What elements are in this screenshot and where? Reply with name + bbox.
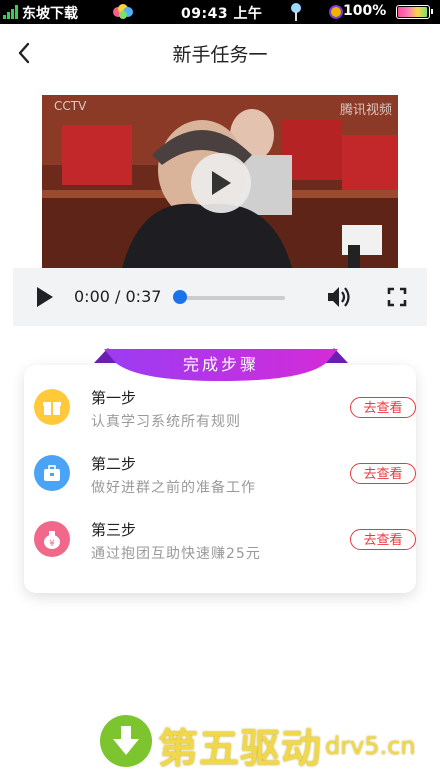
steps-card: 第一步 认真学习系统所有规则 去查看 第二步 做好进群之前的准备工作 去查看 ¥…: [24, 365, 416, 593]
notification-app-icon: [113, 4, 133, 19]
money-bag-icon: ¥: [34, 521, 70, 557]
card-banner-title: 完成步骤: [182, 355, 259, 374]
watermark-domain: drv5.cn: [325, 732, 416, 760]
channel-logo: CCTV: [54, 99, 87, 113]
step-item-3: ¥ 第三步 通过抱团互助快速赚25元 去查看: [24, 519, 416, 579]
watermark-text: 第五驱动: [158, 726, 322, 772]
battery-percent: 100%: [343, 3, 387, 19]
video-player[interactable]: CCTV 腾讯视频: [42, 95, 398, 268]
location-pin-icon: [291, 3, 301, 21]
signal-icon: [3, 5, 18, 19]
play-icon[interactable]: [35, 285, 55, 309]
step-description: 认真学习系统所有规则: [91, 414, 241, 430]
carrier-label: 东坡下载: [22, 6, 78, 22]
step-title: 第三步: [91, 521, 137, 539]
gift-icon: [34, 389, 70, 425]
page-title: 新手任务一: [172, 44, 268, 66]
step-title: 第二步: [91, 455, 137, 473]
view-step-3-button[interactable]: 去查看: [350, 529, 416, 550]
step-description: 做好进群之前的准备工作: [91, 480, 256, 496]
play-icon: [212, 171, 231, 195]
fullscreen-icon[interactable]: [387, 287, 407, 307]
progress-track[interactable]: [181, 296, 285, 300]
site-watermark: 第五驱动 drv5.cn: [100, 712, 440, 772]
nav-header: 新手任务一: [0, 24, 440, 82]
step-title: 第一步: [91, 389, 137, 407]
step-item-2: 第二步 做好进群之前的准备工作 去查看: [24, 453, 416, 513]
video-watermark: 腾讯视频: [339, 103, 392, 118]
battery-icon: [396, 5, 433, 19]
step-item-1: 第一步 认真学习系统所有规则 去查看: [24, 387, 416, 447]
briefcase-icon: [34, 455, 70, 491]
gps-icon: [329, 5, 343, 19]
playback-time: 0:00 / 0:37: [74, 287, 162, 306]
step-description: 通过抱团互助快速赚25元: [91, 546, 261, 562]
svg-text:¥: ¥: [49, 539, 55, 549]
volume-icon[interactable]: [326, 284, 352, 310]
view-step-1-button[interactable]: 去查看: [350, 397, 416, 418]
download-arrow-icon: [100, 715, 152, 767]
video-controls: 0:00 / 0:37: [13, 268, 427, 326]
view-step-2-button[interactable]: 去查看: [350, 463, 416, 484]
video-play-button[interactable]: [191, 153, 251, 213]
progress-knob[interactable]: [173, 290, 187, 304]
status-bar: 东坡下载 09:43 上午 100%: [0, 0, 440, 24]
clock: 09:43 上午: [181, 6, 263, 22]
